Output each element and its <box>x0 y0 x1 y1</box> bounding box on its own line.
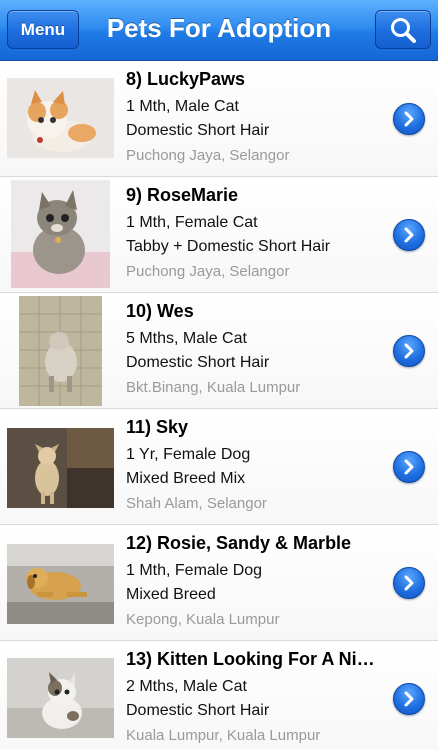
pet-photo <box>7 428 114 508</box>
detail-disclosure-button[interactable] <box>393 567 425 599</box>
pet-photo <box>19 296 102 406</box>
pet-location: Shah Alam, Selangor <box>126 495 267 512</box>
menu-button[interactable]: Menu <box>7 10 79 49</box>
pet-title: 10) Wes <box>126 301 194 321</box>
page-title: Pets For Adoption <box>106 13 332 43</box>
pet-breed: Tabby + Domestic Short Hair <box>126 238 331 255</box>
detail-disclosure-button[interactable] <box>393 335 425 367</box>
pet-age-sex: 1 Mth, Female Cat <box>126 214 258 231</box>
pet-breed: Domestic Short Hair <box>126 122 270 139</box>
pet-list: 8) LuckyPaws 1 Mth, Male Cat Domestic Sh… <box>0 61 438 750</box>
pet-photo <box>11 180 110 288</box>
pet-breed: Domestic Short Hair <box>126 702 270 719</box>
pet-photo <box>7 78 114 158</box>
pet-location: Puchong Jaya, Selangor <box>126 147 290 164</box>
pet-photo <box>7 544 114 624</box>
navigation-bar: Menu Pets For Adoption <box>0 0 438 61</box>
detail-disclosure-button[interactable] <box>393 219 425 251</box>
search-icon <box>391 17 416 43</box>
pet-title: 8) LuckyPaws <box>126 69 246 89</box>
pet-row[interactable]: 11) Sky 1 Yr, Female Dog Mixed Breed Mix… <box>0 409 438 525</box>
search-button[interactable] <box>375 10 431 49</box>
chevron-right-icon <box>404 691 414 707</box>
pet-row[interactable]: 13) Kitten Looking For A Nice… 2 Mths, M… <box>0 641 438 750</box>
pet-photo <box>7 658 114 738</box>
pet-age-sex: 1 Yr, Female Dog <box>126 446 251 463</box>
detail-disclosure-button[interactable] <box>393 103 425 135</box>
pet-row[interactable]: 10) Wes 5 Mths, Male Cat Domestic Short … <box>0 293 438 409</box>
detail-disclosure-button[interactable] <box>393 683 425 715</box>
pet-breed: Mixed Breed <box>126 586 216 603</box>
chevron-right-icon <box>404 111 414 127</box>
pet-breed: Mixed Breed Mix <box>126 470 246 487</box>
pet-title: 9) RoseMarie <box>126 185 239 205</box>
chevron-right-icon <box>404 459 414 475</box>
app-screen: Menu Pets For Adoption 8) LuckyPaws 1 Mt… <box>0 0 438 750</box>
pet-age-sex: 5 Mths, Male Cat <box>126 330 247 347</box>
pet-age-sex: 2 Mths, Male Cat <box>126 678 247 695</box>
chevron-right-icon <box>404 575 414 591</box>
pet-row[interactable]: 12) Rosie, Sandy & Marble 1 Mth, Female … <box>0 525 438 641</box>
pet-title: 12) Rosie, Sandy & Marble <box>126 533 352 553</box>
pet-location: Puchong Jaya, Selangor <box>126 263 290 280</box>
pet-age-sex: 1 Mth, Female Dog <box>126 562 263 579</box>
pet-location: Bkt.Binang, Kuala Lumpur <box>126 379 301 396</box>
pet-row[interactable]: 8) LuckyPaws 1 Mth, Male Cat Domestic Sh… <box>0 61 438 177</box>
pet-row[interactable]: 9) RoseMarie 1 Mth, Female Cat Tabby + D… <box>0 177 438 293</box>
menu-button-label: Menu <box>20 19 66 39</box>
chevron-right-icon <box>404 343 414 359</box>
pet-location: Kepong, Kuala Lumpur <box>126 611 280 628</box>
chevron-right-icon <box>404 227 414 243</box>
pet-title: 11) Sky <box>126 417 189 437</box>
pet-breed: Domestic Short Hair <box>126 354 270 371</box>
detail-disclosure-button[interactable] <box>393 451 425 483</box>
pet-location: Kuala Lumpur, Kuala Lumpur <box>126 727 321 744</box>
pet-age-sex: 1 Mth, Male Cat <box>126 98 239 115</box>
pet-title: 13) Kitten Looking For A Nice… <box>126 649 378 669</box>
